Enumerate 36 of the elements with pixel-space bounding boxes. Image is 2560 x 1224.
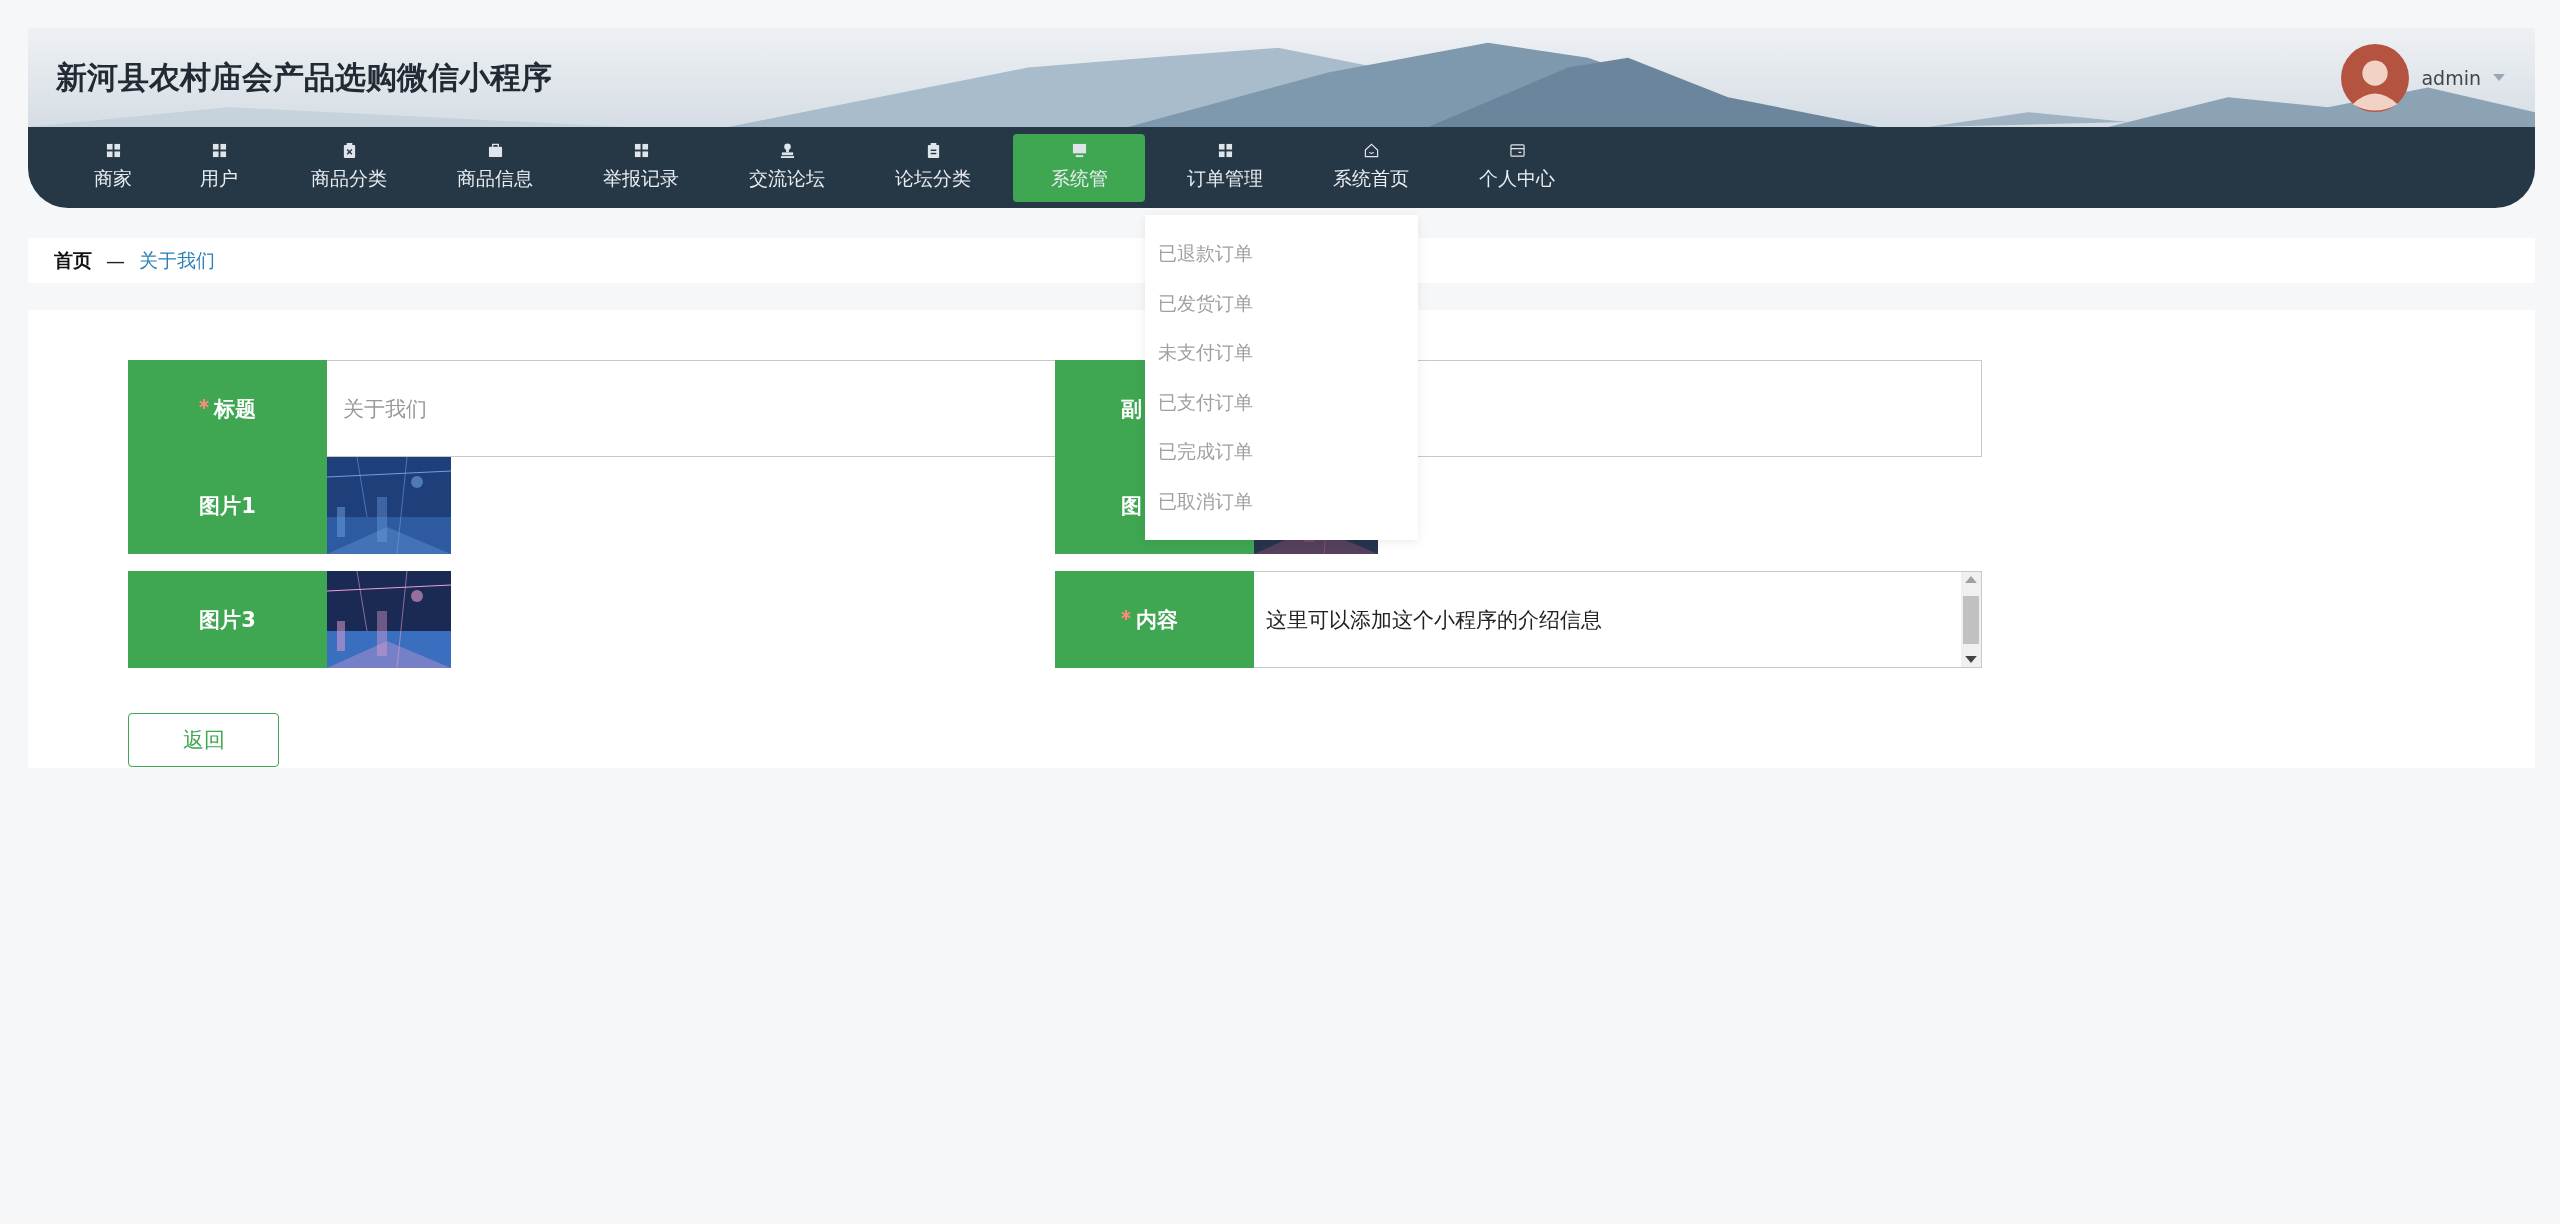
username-label[interactable]: admin	[2421, 66, 2481, 89]
briefcase-icon	[487, 143, 503, 158]
field-label: 内容	[1055, 571, 1254, 668]
clipboard-icon	[925, 143, 941, 158]
app-title: 新河县农村庙会产品选购微信小程序	[56, 57, 552, 97]
nav-tab[interactable]: 个人中心	[1444, 133, 1590, 202]
nav-tab[interactable]: 论坛分类	[860, 133, 1006, 202]
breadcrumb-current[interactable]: 关于我们	[139, 247, 215, 274]
nav-tab[interactable]: 用户	[166, 133, 272, 202]
monitor-icon	[1071, 143, 1087, 158]
nav-tab[interactable]: 系统首页	[1298, 133, 1444, 202]
grid-icon	[633, 143, 649, 158]
nav-tab[interactable]: 订单管理	[1152, 133, 1298, 202]
nav-tab[interactable]: 商品分类	[276, 133, 422, 202]
scroll-up-icon[interactable]	[1965, 576, 1977, 583]
field-label: 图片3	[128, 571, 327, 668]
grid-icon	[1217, 143, 1233, 158]
scrollbar[interactable]	[1961, 572, 1981, 667]
nav-tab[interactable]: 商家	[60, 133, 166, 202]
clipboard-icon	[341, 143, 357, 158]
scroll-down-icon[interactable]	[1965, 656, 1977, 663]
breadcrumb-home[interactable]: 首页	[54, 247, 92, 274]
nav-tab[interactable]: 商品信息	[422, 133, 568, 202]
grid-icon	[211, 143, 227, 158]
grid-icon	[105, 143, 121, 158]
card-icon	[1509, 143, 1525, 158]
house-icon	[1363, 143, 1379, 158]
avatar-icon[interactable]	[2341, 43, 2410, 112]
stamp-icon	[779, 143, 795, 158]
caret-icon[interactable]	[2493, 74, 2505, 81]
nav-tab[interactable]: 交流论坛	[714, 133, 860, 202]
breadcrumb-separator: —	[106, 249, 125, 272]
field-label: 图片1	[128, 457, 327, 554]
field-label: 标题	[128, 360, 327, 457]
textarea-field[interactable]: 这里可以添加这个小程序的介绍信息	[1254, 571, 1982, 668]
nav-tab[interactable]: 举报记录	[568, 133, 714, 202]
